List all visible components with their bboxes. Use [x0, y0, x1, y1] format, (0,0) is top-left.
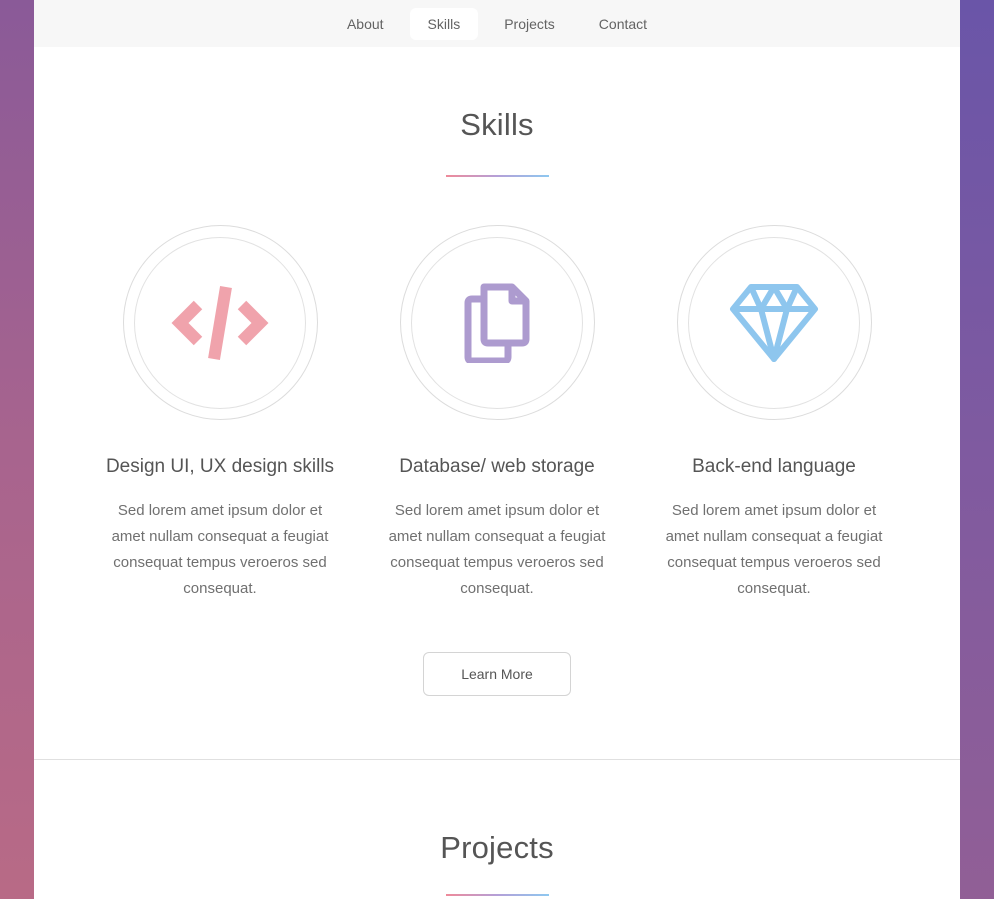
nav-item-projects[interactable]: Projects [486, 8, 573, 40]
feature-design: Design UI, UX design skills Sed lorem am… [82, 225, 359, 602]
nav-item-about[interactable]: About [329, 8, 402, 40]
skills-title: Skills [460, 107, 534, 142]
skills-divider [445, 175, 549, 177]
icon-ring-outer [676, 225, 872, 420]
page-wrapper: About Skills Projects Contact Skills Des… [34, 0, 960, 899]
skills-section: Skills Design UI, UX design skills Sed l… [34, 107, 960, 696]
nav-item-skills[interactable]: Skills [409, 7, 479, 40]
diamond-icon [730, 283, 818, 362]
feature-heading: Design UI, UX design skills [105, 456, 335, 477]
feature-heading: Back-end language [692, 456, 856, 477]
icon-ring-outer [399, 225, 595, 420]
feature-text: Sed lorem amet ipsum dolor et amet nulla… [665, 502, 883, 597]
code-icon [171, 285, 269, 360]
feature-heading: Database/ web storage [399, 456, 595, 477]
nav-item-contact[interactable]: Contact [581, 8, 665, 40]
feature-text: Sed lorem amet ipsum dolor et amet nulla… [111, 502, 329, 597]
projects-divider [445, 894, 549, 896]
feature-database: Database/ web storage Sed lorem amet ips… [359, 225, 636, 602]
icon-ring-outer [122, 225, 318, 420]
section-separator [34, 759, 960, 760]
feature-backend: Back-end language Sed lorem amet ipsum d… [636, 225, 913, 602]
top-nav: About Skills Projects Contact [34, 0, 960, 47]
background-left [0, 0, 34, 899]
learn-more-button[interactable]: Learn More [423, 652, 571, 696]
background-right [960, 0, 994, 899]
icon-ring-inner [134, 236, 306, 409]
icon-ring-inner [688, 236, 860, 409]
features-row: Design UI, UX design skills Sed lorem am… [34, 225, 960, 602]
projects-title: Projects [440, 830, 554, 865]
projects-section: Projects [34, 830, 960, 896]
icon-ring-inner [411, 236, 583, 409]
copy-icon [464, 283, 530, 363]
feature-text: Sed lorem amet ipsum dolor et amet nulla… [388, 502, 606, 597]
